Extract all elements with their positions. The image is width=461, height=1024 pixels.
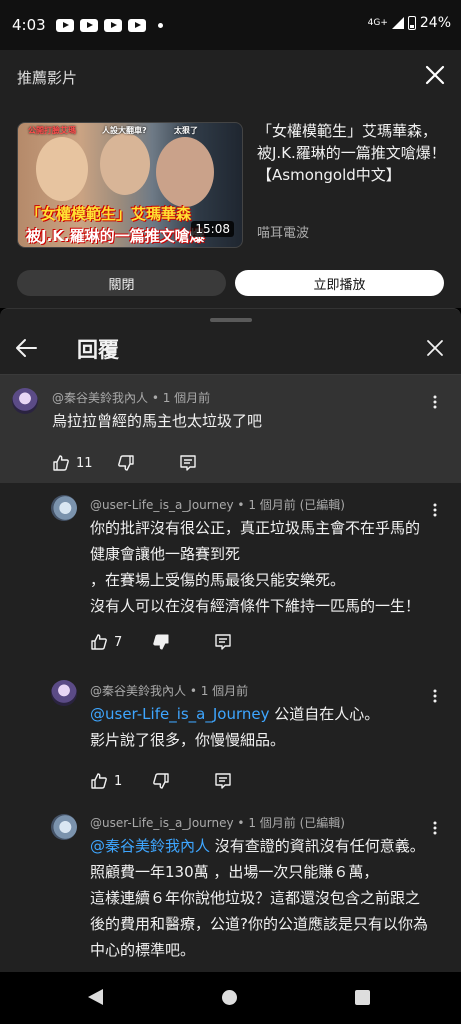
more-notifications-icon [157, 22, 163, 28]
thumbnail-person [36, 137, 88, 201]
youtube-notification-icon [79, 18, 98, 32]
comment-icon[interactable] [179, 454, 197, 472]
comment-meta: @秦谷美鈴我內人 • 1 個月前 [52, 391, 211, 405]
comment-meta: @user-Life_is_a_Journey • 1 個月前 (已編輯) [90, 816, 345, 830]
comment-meta: @秦谷美鈴我內人 • 1 個月前 [90, 684, 249, 698]
thumbnail-tag: 太狠了 [174, 126, 198, 135]
avatar[interactable] [12, 388, 38, 414]
play-now-button[interactable]: 立即播放 [235, 270, 444, 296]
thumbnail-caption: 「女權模範生」艾瑪華森 [26, 205, 192, 223]
recommended-video-panel: 推薦影片 公開打臉艾瑪 人設大翻車? 太狠了 「女權模範生」艾瑪華森 被J.K.… [0, 50, 461, 308]
thumbnail-caption: 被J.K.羅琳的一篇推文嗆爆 [26, 227, 205, 245]
battery-level: 24% [419, 15, 451, 31]
youtube-notification-icon [103, 18, 122, 32]
more-vert-icon[interactable] [433, 395, 437, 409]
nav-recents-icon[interactable] [355, 990, 370, 1005]
mention-link[interactable]: @user-Life_is_a_Journey [90, 705, 270, 723]
comment-icon[interactable] [214, 772, 232, 790]
nav-back-icon[interactable] [88, 989, 103, 1005]
status-time: 4:03 [12, 16, 46, 34]
video-thumbnail[interactable]: 公開打臉艾瑪 人設大翻車? 太狠了 「女權模範生」艾瑪華森 被J.K.羅琳的一篇… [17, 122, 243, 248]
comment-author[interactable]: @user-Life_is_a_Journey [90, 816, 234, 830]
comment-author[interactable]: @秦谷美鈴我內人 [52, 391, 148, 405]
mention-link[interactable]: @秦谷美鈴我內人 [90, 837, 210, 855]
comment-time: 1 個月前 [162, 391, 211, 405]
thumbnail-tag: 公開打臉艾瑪 [28, 126, 76, 135]
more-vert-icon[interactable] [433, 821, 437, 835]
thumb-up-icon[interactable] [90, 633, 108, 651]
thumbnail-person [156, 137, 214, 207]
thumb-down-filled-icon[interactable] [152, 633, 170, 651]
thumb-down-icon[interactable] [117, 454, 135, 472]
thumb-down-icon[interactable] [152, 772, 170, 790]
network-type: 4G+ [367, 18, 388, 28]
like-count: 1 [114, 773, 123, 789]
drag-handle[interactable] [210, 318, 252, 322]
comment-text: @user-Life_is_a_Journey 公道自在人心。 影片說了很多，你… [90, 705, 380, 749]
comment-time: 1 個月前 (已編輯) [248, 816, 345, 830]
thumbnail-person [100, 133, 150, 195]
youtube-notification-icon [127, 18, 146, 32]
channel-name[interactable]: 喵耳電波 [257, 222, 309, 241]
dismiss-button[interactable]: 關閉 [17, 270, 226, 296]
comment-actions: 1 [90, 772, 232, 790]
close-icon[interactable] [425, 338, 445, 358]
comment-time: 1 個月前 (已編輯) [248, 498, 345, 512]
thumb-up-icon[interactable] [52, 454, 70, 472]
thumb-up-icon[interactable] [90, 772, 108, 790]
sheet-title: 回覆 [77, 338, 119, 362]
like-count: 7 [114, 634, 123, 650]
close-icon[interactable] [424, 64, 446, 86]
reply-comment: @user-Life_is_a_Journey • 1 個月前 (已編輯) 你的… [0, 483, 461, 679]
avatar[interactable] [51, 680, 77, 706]
video-duration: 15:08 [191, 221, 234, 237]
video-title[interactable]: 「女權模範生」艾瑪華森，被J.K.羅琳的一篇推文嗆爆！【Asmongold中文】 [257, 120, 447, 186]
like-count: 11 [76, 455, 93, 471]
comment-meta: @user-Life_is_a_Journey • 1 個月前 (已編輯) [90, 498, 345, 512]
comment-time: 1 個月前 [200, 684, 249, 698]
parent-comment: @秦谷美鈴我內人 • 1 個月前 烏拉拉曾經的馬主也太垃圾了吧 11 [0, 375, 461, 483]
avatar[interactable] [51, 495, 77, 521]
comment-text: @秦谷美鈴我內人 沒有查證的資訊沒有任何意義。 照顧費一年130萬 ，出場一次只… [90, 837, 428, 959]
comment-actions: 7 [90, 633, 232, 651]
signal-icon [391, 17, 404, 29]
replies-sheet: 回覆 @秦谷美鈴我內人 • 1 個月前 烏拉拉曾經的馬主也太垃圾了吧 11 @u… [0, 308, 461, 972]
comment-text: 你的批評沒有很公正，真正垃圾馬主會不在乎馬的 健康會讓他一路賽到死 ，在賽場上受… [90, 519, 421, 615]
more-vert-icon[interactable] [433, 503, 437, 517]
comment-author[interactable]: @user-Life_is_a_Journey [90, 498, 234, 512]
status-bar: 4:03 4G+ 24% [0, 0, 461, 50]
youtube-notification-icon [55, 18, 74, 32]
more-vert-icon[interactable] [433, 689, 437, 703]
avatar[interactable] [51, 814, 77, 840]
nav-home-icon[interactable] [222, 990, 237, 1005]
comment-author[interactable]: @秦谷美鈴我內人 [90, 684, 186, 698]
comment-actions: 11 [52, 454, 197, 472]
reply-comment: @秦谷美鈴我內人 • 1 個月前 @user-Life_is_a_Journey… [0, 675, 461, 801]
recommended-header: 推薦影片 [17, 69, 78, 87]
reply-comment: @user-Life_is_a_Journey • 1 個月前 (已編輯) @秦… [0, 806, 461, 973]
comment-icon[interactable] [214, 633, 232, 651]
system-navigation-bar [0, 972, 461, 1024]
status-indicators: 4G+ 24% [368, 15, 451, 31]
comment-text: 烏拉拉曾經的馬主也太垃圾了吧 [52, 412, 263, 430]
thumbnail-tag: 人設大翻車? [102, 126, 147, 135]
arrow-left-icon[interactable] [14, 337, 38, 359]
battery-icon [407, 16, 416, 30]
